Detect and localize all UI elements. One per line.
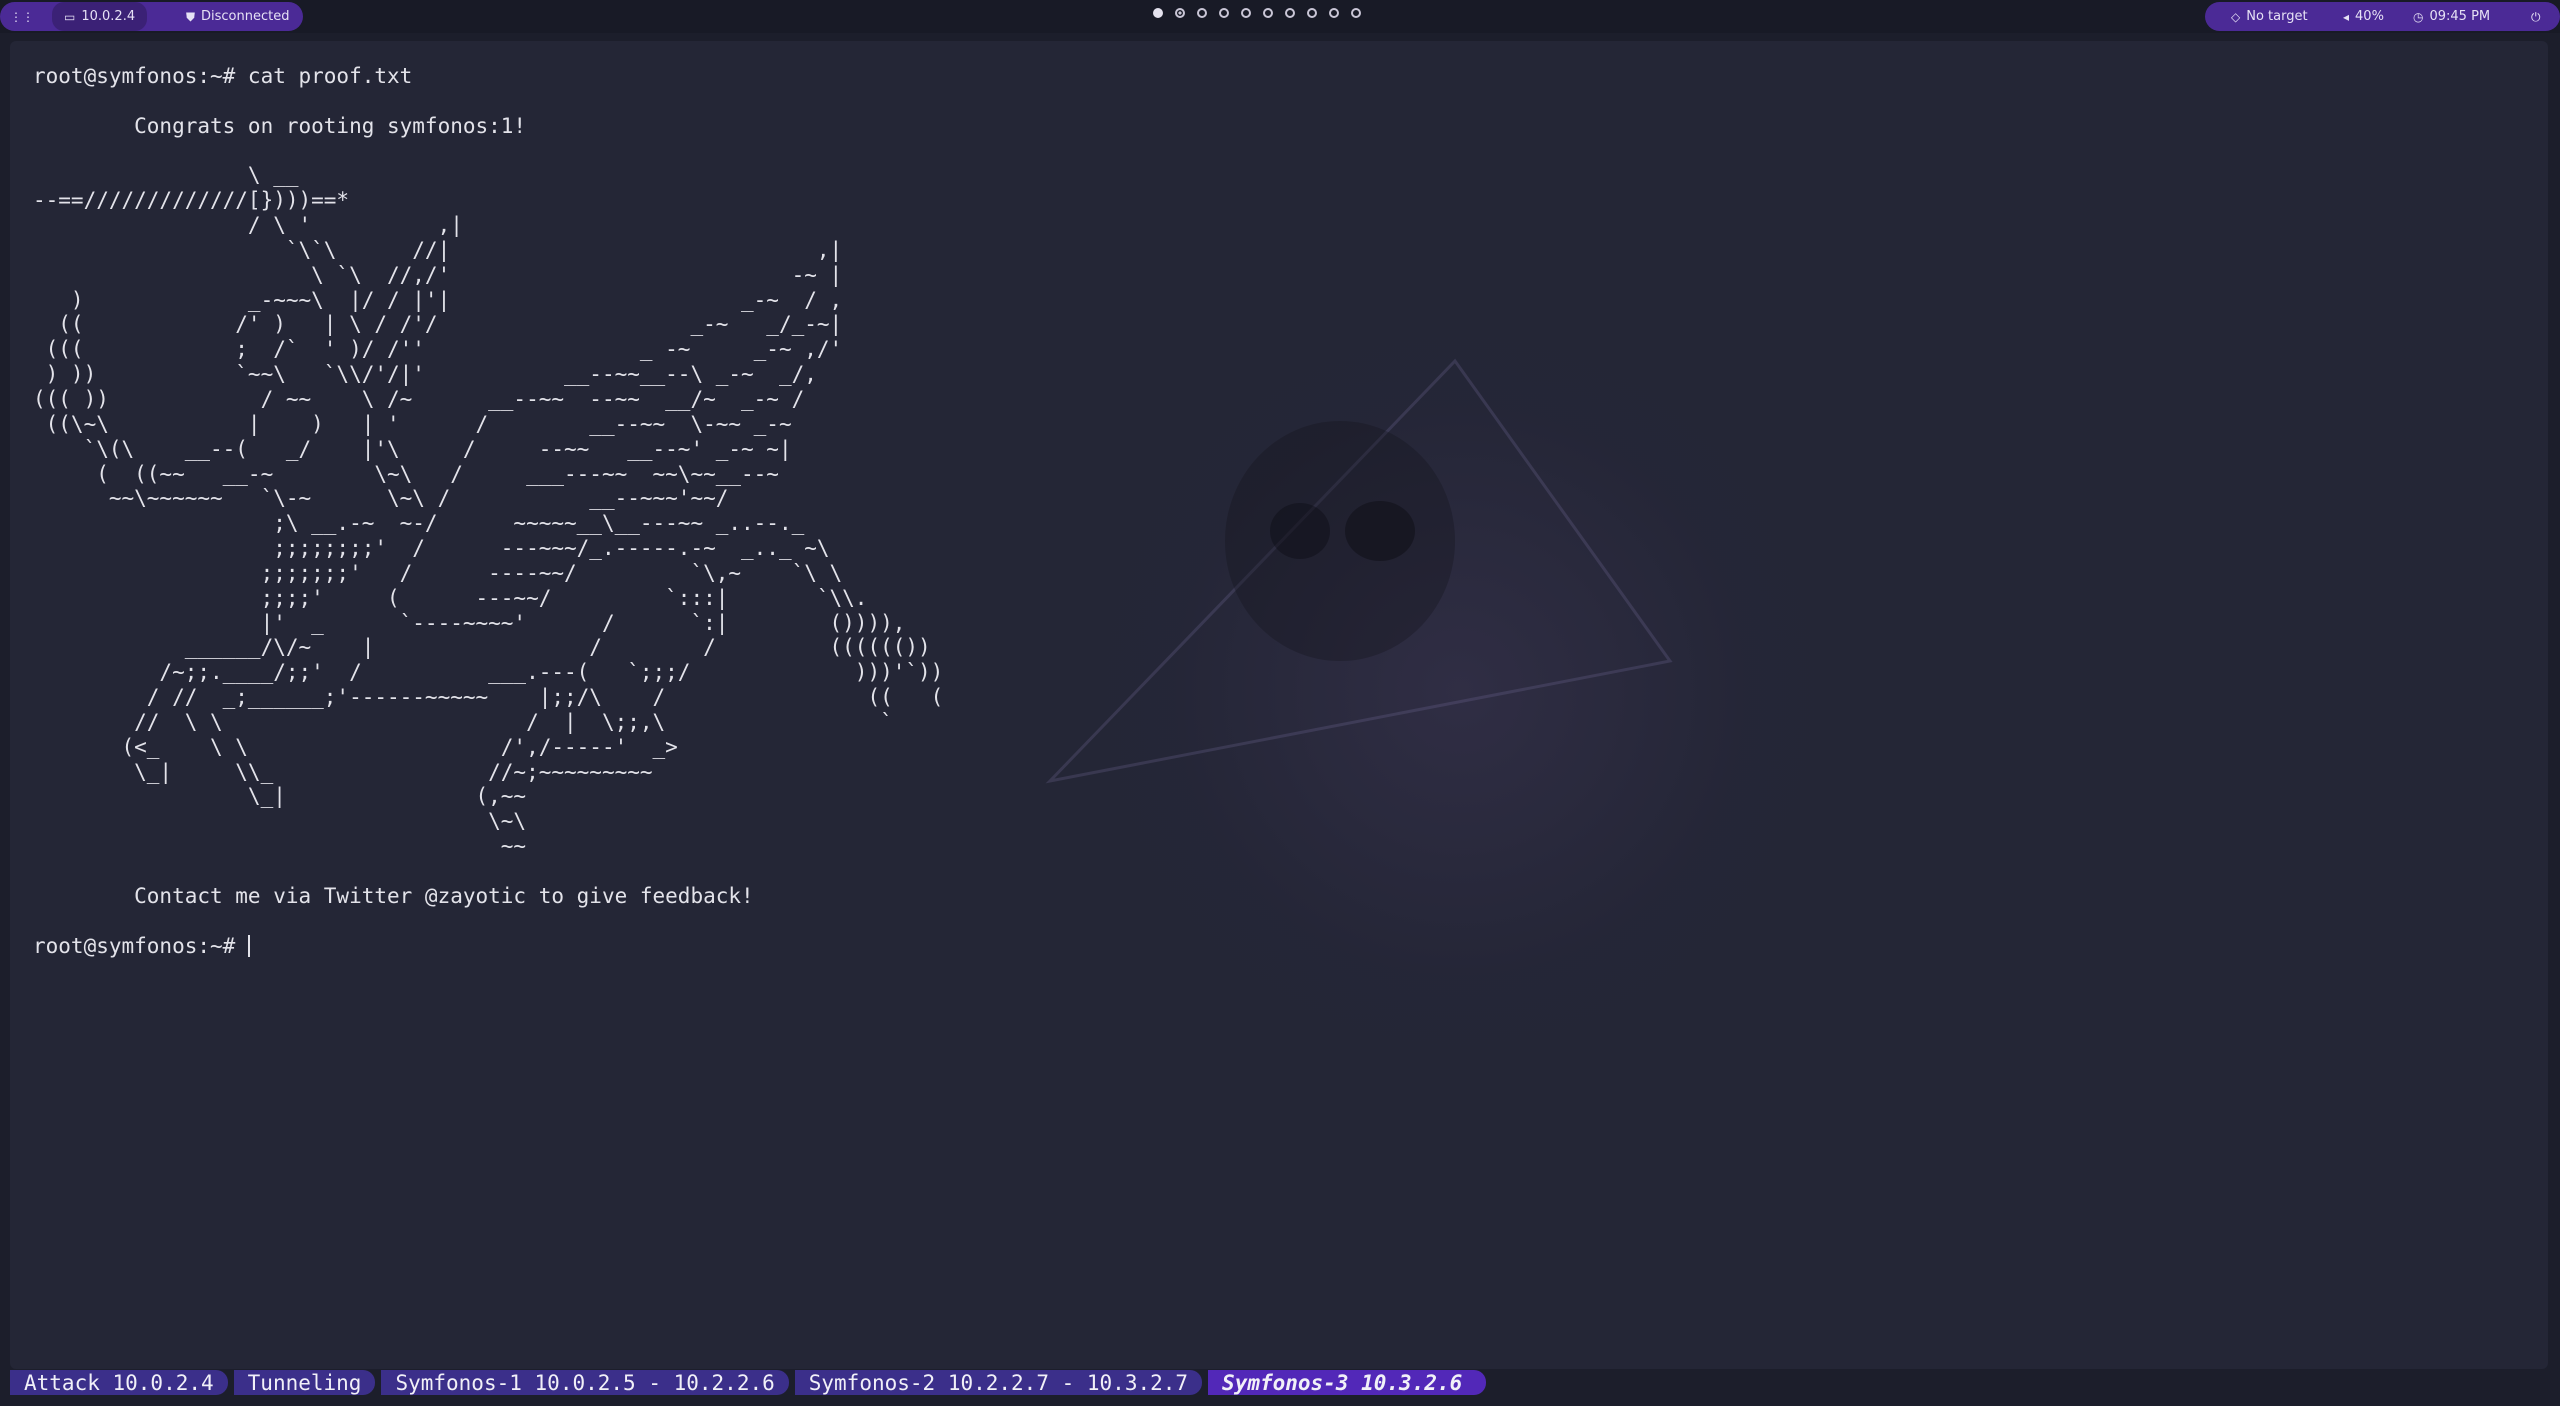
tmux-window-5[interactable]: Symfonos-3 10.3.2.6 (1208, 1370, 1487, 1395)
terminal-window[interactable]: root@symfonos:~# cat proof.txt Congrats … (10, 41, 2548, 1369)
workspace-indicators (1153, 8, 1361, 18)
tmux-status-bar: Attack 10.0.2.4 Tunneling Symfonos-1 10.0.… (10, 1370, 2548, 1395)
text-cursor (247, 934, 250, 957)
clock-indicator[interactable]: ◷ 09:45 PM (2413, 2, 2490, 31)
crosshair-icon: ◇ (2231, 9, 2241, 24)
top-bar: ⋮⋮ ▭ 10.0.2.4 ⛊ Disconnected ◇ No target… (0, 0, 2560, 33)
clock-time: 09:45 PM (2429, 9, 2491, 24)
tmux-window-4[interactable]: Symfonos-2 10.2.2.7 - 10.3.2.7 (794, 1370, 1203, 1395)
workspace-dot-3[interactable] (1197, 8, 1207, 18)
left-status-pill: ⋮⋮ ▭ 10.0.2.4 ⛊ Disconnected (0, 2, 303, 31)
ip-address: 10.0.2.4 (81, 9, 136, 24)
workspace-dot-7[interactable] (1285, 8, 1295, 18)
volume-level: 40% (2355, 9, 2384, 24)
target-label: No target (2246, 9, 2308, 24)
power-button[interactable]: ⏻ (2531, 2, 2541, 31)
grid-icon: ⋮⋮ (10, 9, 34, 24)
ip-indicator[interactable]: ▭ 10.0.2.4 (52, 2, 148, 31)
right-status-pill: ◇ No target ◂ 40% ◷ 09:45 PM ⏻ (2205, 2, 2560, 31)
shell-prompt: root@symfonos:~# (33, 933, 248, 958)
tmux-window-2[interactable]: Tunneling (233, 1370, 376, 1395)
wallpaper-skull (1010, 241, 1910, 1141)
vpn-indicator[interactable]: ⛊ Disconnected (176, 2, 299, 31)
shield-icon: ⛊ (186, 9, 196, 24)
workspace-dot-5[interactable] (1241, 8, 1251, 18)
workspace-dot-1[interactable] (1153, 8, 1163, 18)
workspace-dot-10[interactable] (1351, 8, 1361, 18)
workspace-dot-9[interactable] (1329, 8, 1339, 18)
volume-indicator[interactable]: ◂ 40% (2343, 2, 2384, 31)
clock-icon: ◷ (2413, 9, 2424, 24)
power-icon: ⏻ (2531, 9, 2541, 24)
speaker-icon: ◂ (2343, 9, 2350, 24)
workspace-dot-8[interactable] (1307, 8, 1317, 18)
workspace-dot-4[interactable] (1219, 8, 1229, 18)
tmux-window-1[interactable]: Attack 10.0.2.4 (10, 1370, 228, 1395)
terminal-text: root@symfonos:~# cat proof.txt Congrats … (33, 64, 944, 908)
workspace-dot-2[interactable] (1175, 8, 1185, 18)
tmux-window-3[interactable]: Symfonos-1 10.0.2.5 - 10.2.2.6 (381, 1370, 789, 1395)
monitor-icon: ▭ (64, 9, 76, 24)
target-indicator[interactable]: ◇ No target (2231, 2, 2308, 31)
workspace-dot-6[interactable] (1263, 8, 1273, 18)
terminal-output: root@symfonos:~# cat proof.txt Congrats … (33, 64, 943, 958)
apps-menu-button[interactable]: ⋮⋮ (10, 2, 34, 31)
vpn-status: Disconnected (201, 9, 290, 24)
